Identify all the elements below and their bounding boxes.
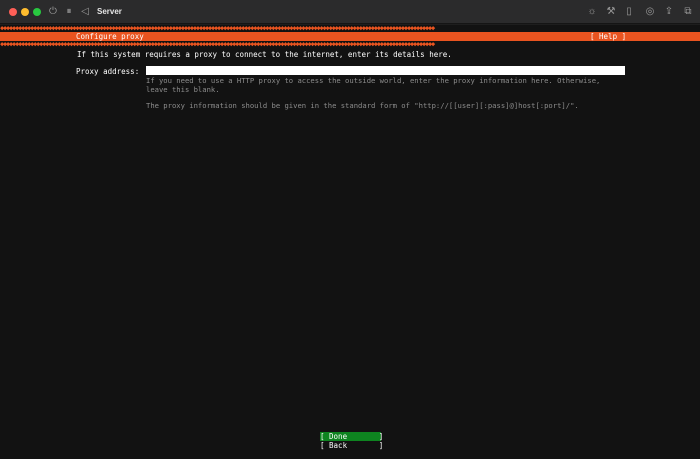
wrench-icon[interactable]: ⚒: [604, 5, 618, 19]
globe-icon[interactable]: ◎: [643, 5, 657, 19]
power-icon[interactable]: ⏻: [46, 5, 60, 19]
bottom-stripe: ◆◆◆◆◆◆◆◆◆◆◆◆◆◆◆◆◆◆◆◆◆◆◆◆◆◆◆◆◆◆◆◆◆◆◆◆◆◆◆◆…: [0, 41, 435, 47]
proxy-address-label: Proxy address:: [76, 67, 140, 76]
proxy-address-input[interactable]: [146, 66, 625, 75]
zoom-window-button[interactable]: [33, 8, 41, 16]
close-window-button[interactable]: [9, 8, 17, 16]
minimize-window-button[interactable]: [21, 8, 29, 16]
usb-icon[interactable]: ▯: [622, 5, 636, 19]
brightness-icon[interactable]: ☼: [585, 5, 599, 19]
back-button[interactable]: [ Back ]: [320, 441, 383, 450]
window-title: Server: [97, 7, 122, 16]
header-bar: Configure proxy [ Help ]: [0, 32, 700, 41]
window-titlebar: ⏻ ⏸ ◁ Server ☼ ⚒ ▯ ◎ ⇪ ⧉: [0, 0, 700, 24]
help-button[interactable]: [ Help ]: [590, 32, 626, 41]
installer-screen: ◆◆◆◆◆◆◆◆◆◆◆◆◆◆◆◆◆◆◆◆◆◆◆◆◆◆◆◆◆◆◆◆◆◆◆◆◆◆◆◆…: [0, 25, 700, 459]
pause-icon[interactable]: ⏸: [62, 5, 76, 19]
proxy-hint-line-3: The proxy information should be given in…: [146, 101, 579, 110]
proxy-hint-line-2: leave this blank.: [146, 85, 220, 94]
top-stripe: ◆◆◆◆◆◆◆◆◆◆◆◆◆◆◆◆◆◆◆◆◆◆◆◆◆◆◆◆◆◆◆◆◆◆◆◆◆◆◆◆…: [0, 25, 435, 31]
share-icon[interactable]: ⇪: [662, 5, 676, 19]
done-button[interactable]: [ Done ]: [320, 432, 383, 441]
windows-icon[interactable]: ⧉: [681, 5, 695, 19]
back-icon[interactable]: ◁: [78, 5, 92, 19]
intro-text: If this system requires a proxy to conne…: [77, 50, 452, 59]
page-title: Configure proxy: [76, 32, 144, 41]
